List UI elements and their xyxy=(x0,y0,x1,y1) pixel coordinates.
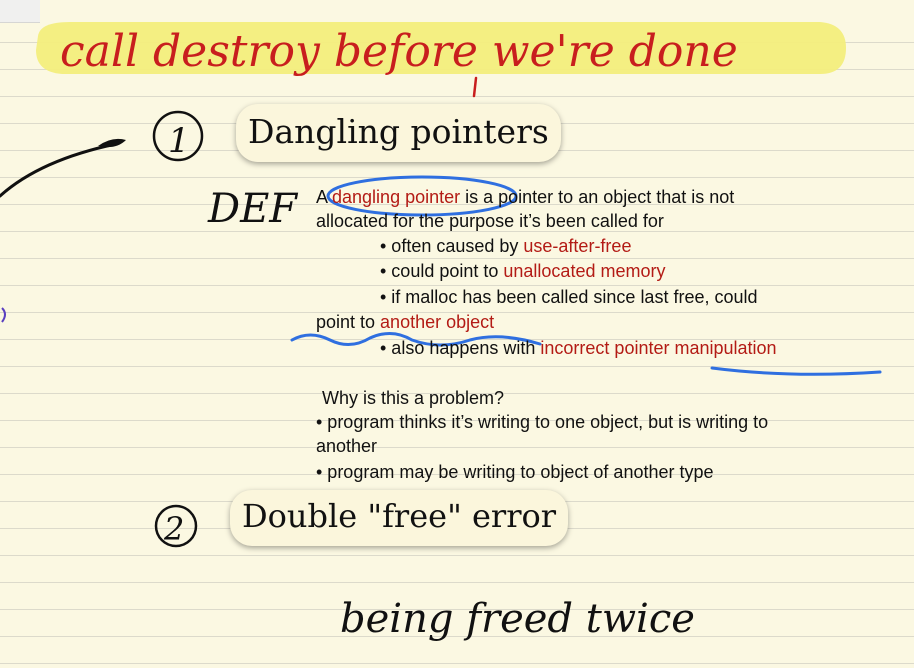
heading-dangling-pointers: Dangling pointers xyxy=(236,104,561,162)
problem-point-1-cont: another xyxy=(316,436,378,456)
term-dangling-pointer: dangling pointer xyxy=(332,187,461,207)
bullet-prefix: • could point to xyxy=(380,261,504,281)
bullet-prefix: • often caused by xyxy=(380,236,524,256)
definition-line-2: allocated for the purpose it’s been call… xyxy=(316,211,664,231)
red-term: incorrect pointer manipulation xyxy=(540,338,777,358)
red-term: another object xyxy=(380,312,495,332)
handwritten-footer: being freed twice xyxy=(340,596,695,642)
problem-point-1: • program thinks it’s writing to one obj… xyxy=(316,412,769,432)
handwritten-def: DEF xyxy=(207,186,298,232)
red-term: unallocated memory xyxy=(503,261,666,281)
heading-double-free: Double "free" error xyxy=(230,490,569,546)
definition-line-1: A dangling pointer is a pointer to an ob… xyxy=(316,185,734,210)
arrow-head xyxy=(98,138,126,148)
bullet-unallocated-memory: • could point to unallocated memory xyxy=(380,259,665,284)
arrow-line xyxy=(0,142,118,198)
problem-point-2: • program may be writing to object of an… xyxy=(316,462,714,482)
bullet-prefix: • also happens with xyxy=(380,338,541,358)
margin-mark xyxy=(1,307,6,323)
red-tick-mark xyxy=(472,76,478,98)
handwritten-title: call destroy before we're done xyxy=(60,26,738,77)
problem-question: Why is this a problem? xyxy=(322,388,505,408)
bullet-malloc-continued: point to another object xyxy=(316,310,494,335)
lead-a: A xyxy=(316,187,333,207)
bullet-prefix: point to xyxy=(316,312,381,332)
handwritten-number-two: 2 xyxy=(163,510,184,548)
red-term: use-after-free xyxy=(523,236,632,256)
bullet-incorrect-manipulation: • also happens with incorrect pointer ma… xyxy=(380,336,777,361)
definition-rest: is a pointer to an object that is not xyxy=(460,187,735,207)
blue-underline xyxy=(710,366,882,376)
handwritten-number-one: 1 xyxy=(168,121,190,161)
bullet-use-after-free: • often caused by use-after-free xyxy=(380,234,631,259)
bullet-malloc: • if malloc has been called since last f… xyxy=(380,287,758,307)
